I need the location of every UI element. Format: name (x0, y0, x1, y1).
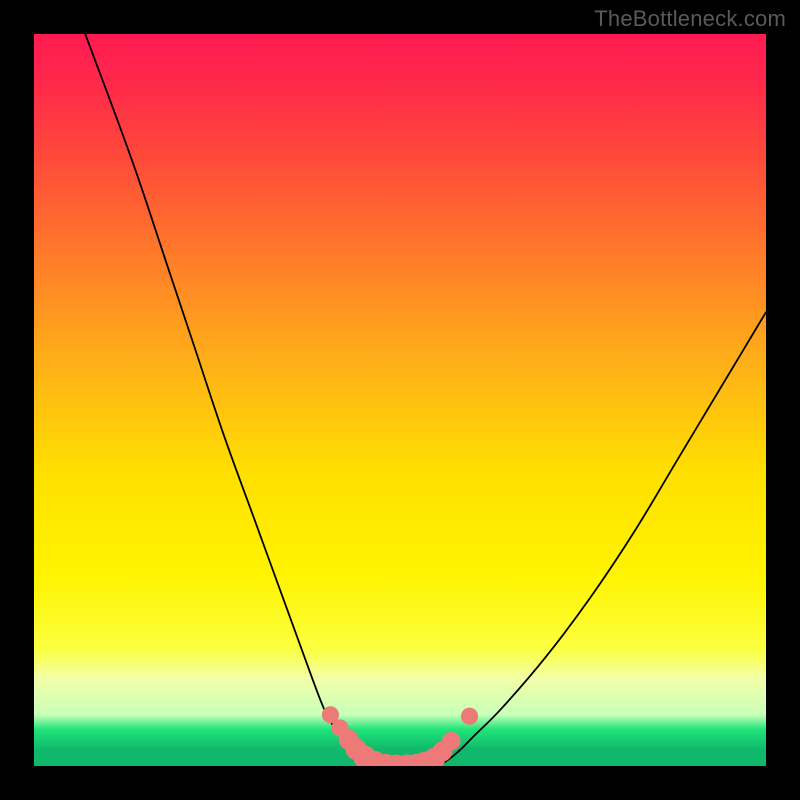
right-curve (429, 312, 766, 766)
chart-svg (34, 34, 766, 766)
left-curve (85, 34, 385, 766)
chart-plot-area (34, 34, 766, 766)
bottom-marker (461, 708, 477, 724)
watermark-text: TheBottleneck.com (594, 6, 786, 32)
bottom-marker (442, 732, 460, 750)
bottom-marker-group (322, 707, 477, 766)
chart-frame: TheBottleneck.com (0, 0, 800, 800)
